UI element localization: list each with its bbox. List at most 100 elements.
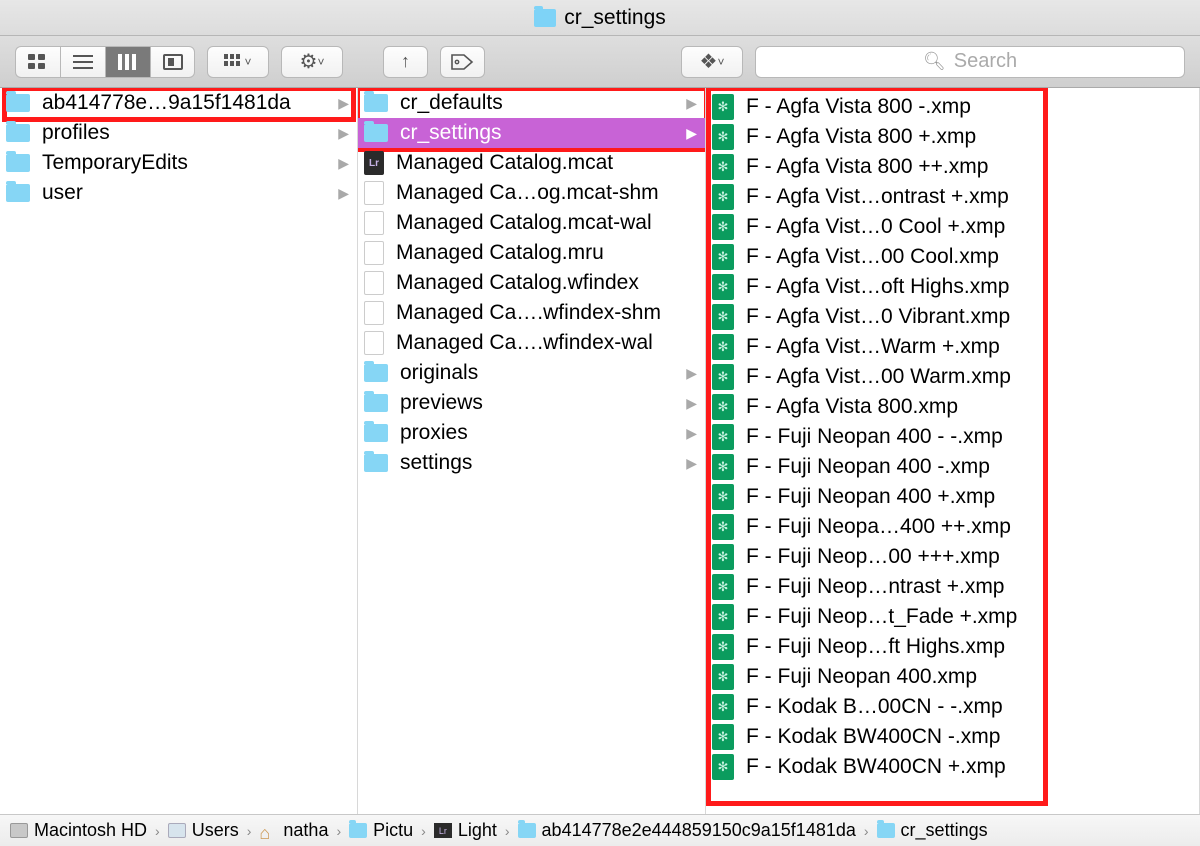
column-3[interactable]: F - Agfa Vista 800 -.xmp F - Agfa Vista 8…: [706, 88, 1200, 814]
list-item[interactable]: F - Kodak BW400CN -.xmp: [706, 722, 1199, 752]
window-title: cr_settings: [564, 6, 666, 30]
list-item[interactable]: user▶: [0, 178, 357, 208]
list-item[interactable]: F - Fuji Neopan 400 +.xmp: [706, 482, 1199, 512]
item-label: F - Fuji Neop…00 +++.xmp: [746, 545, 1000, 569]
list-item[interactable]: cr_settings▶: [358, 118, 705, 148]
list-item[interactable]: F - Fuji Neop…ntrast +.xmp: [706, 572, 1199, 602]
list-item[interactable]: previews▶: [358, 388, 705, 418]
chevron-right-icon: ▶: [338, 185, 349, 202]
list-item[interactable]: originals▶: [358, 358, 705, 388]
view-icon-list[interactable]: [60, 46, 105, 78]
item-label: F - Agfa Vist…00 Warm.xmp: [746, 365, 1011, 389]
list-item[interactable]: F - Agfa Vista 800.xmp: [706, 392, 1199, 422]
path-segment[interactable]: Macintosh HD: [34, 820, 147, 841]
user-icon: [168, 823, 186, 838]
item-label: F - Agfa Vist…0 Cool +.xmp: [746, 215, 1005, 239]
list-item[interactable]: F - Fuji Neop…ft Highs.xmp: [706, 632, 1199, 662]
folder-icon: [364, 454, 388, 472]
list-item[interactable]: F - Fuji Neopa…400 ++.xmp: [706, 512, 1199, 542]
chevron-right-icon: ›: [421, 823, 426, 839]
path-segment[interactable]: ab414778e2e444859150c9a15f1481da: [542, 820, 856, 841]
xmp-file-icon: [712, 574, 734, 600]
list-item[interactable]: F - Kodak BW400CN +.xmp: [706, 752, 1199, 782]
path-segment[interactable]: Pictu: [373, 820, 413, 841]
dropbox-button[interactable]: [681, 46, 743, 78]
list-item[interactable]: F - Fuji Neopan 400.xmp: [706, 662, 1199, 692]
xmp-file-icon: [712, 214, 734, 240]
list-item[interactable]: F - Fuji Neopan 400 -.xmp: [706, 452, 1199, 482]
xmp-file-icon: [712, 694, 734, 720]
view-icon-grid[interactable]: [15, 46, 60, 78]
arrange-button[interactable]: [207, 46, 269, 78]
path-segment[interactable]: Users: [192, 820, 239, 841]
list-item[interactable]: F - Agfa Vista 800 ++.xmp: [706, 152, 1199, 182]
lr-icon: Lr: [434, 823, 452, 838]
list-item[interactable]: proxies▶: [358, 418, 705, 448]
folder-icon: [364, 424, 388, 442]
list-item[interactable]: F - Agfa Vista 800 +.xmp: [706, 122, 1199, 152]
view-icon-columns[interactable]: [105, 46, 150, 78]
toolbar: Search: [0, 36, 1200, 88]
xmp-file-icon: [712, 394, 734, 420]
list-item[interactable]: Managed Catalog.wfindex: [358, 268, 705, 298]
item-label: F - Agfa Vista 800 ++.xmp: [746, 155, 988, 179]
item-label: Managed Ca….wfindex-shm: [396, 301, 661, 325]
list-item[interactable]: settings▶: [358, 448, 705, 478]
folder-icon: [364, 94, 388, 112]
list-item[interactable]: cr_defaults▶: [358, 88, 705, 118]
list-item[interactable]: Managed Catalog.mcat-wal: [358, 208, 705, 238]
item-label: Managed Catalog.mcat: [396, 151, 613, 175]
xmp-file-icon: [712, 124, 734, 150]
item-label: F - Kodak BW400CN +.xmp: [746, 755, 1006, 779]
path-segment[interactable]: Light: [458, 820, 497, 841]
chevron-right-icon: ›: [336, 823, 341, 839]
folder-icon: [6, 94, 30, 112]
list-item[interactable]: F - Agfa Vist…Warm +.xmp: [706, 332, 1199, 362]
path-bar[interactable]: Macintosh HD› Users› natha› Pictu›Lr Lig…: [0, 814, 1200, 846]
view-icon-gallery[interactable]: [150, 46, 195, 78]
search-input[interactable]: Search: [755, 46, 1185, 78]
search-placeholder: Search: [954, 50, 1017, 73]
item-label: ab414778e…9a15f1481da: [42, 91, 291, 115]
list-item[interactable]: F - Agfa Vist…0 Vibrant.xmp: [706, 302, 1199, 332]
list-item[interactable]: F - Fuji Neop…t_Fade +.xmp: [706, 602, 1199, 632]
list-item[interactable]: profiles▶: [0, 118, 357, 148]
chevron-right-icon: ▶: [338, 95, 349, 112]
tag-icon: [451, 54, 475, 70]
list-item[interactable]: TemporaryEdits▶: [0, 148, 357, 178]
chevron-right-icon: ›: [247, 823, 252, 839]
item-label: TemporaryEdits: [42, 151, 188, 175]
xmp-file-icon: [712, 454, 734, 480]
list-item[interactable]: F - Fuji Neop…00 +++.xmp: [706, 542, 1199, 572]
path-segment[interactable]: cr_settings: [901, 820, 988, 841]
list-item[interactable]: F - Agfa Vist…00 Warm.xmp: [706, 362, 1199, 392]
list-item[interactable]: F - Fuji Neopan 400 - -.xmp: [706, 422, 1199, 452]
item-label: F - Agfa Vist…0 Vibrant.xmp: [746, 305, 1010, 329]
folder-icon: [6, 124, 30, 142]
list-item[interactable]: Managed Ca….wfindex-shm: [358, 298, 705, 328]
share-button[interactable]: [383, 46, 428, 78]
disk-icon: [10, 823, 28, 838]
list-item[interactable]: LrManaged Catalog.mcat: [358, 148, 705, 178]
folder-icon: [364, 364, 388, 382]
item-label: Managed Ca…og.mcat-shm: [396, 181, 659, 205]
list-item[interactable]: ab414778e…9a15f1481da ▶: [0, 88, 357, 118]
column-2[interactable]: cr_defaults▶cr_settings▶LrManaged Catalo…: [358, 88, 706, 814]
item-label: originals: [400, 361, 478, 385]
tags-button[interactable]: [440, 46, 485, 78]
xmp-file-icon: [712, 634, 734, 660]
list-item[interactable]: F - Agfa Vist…oft Highs.xmp: [706, 272, 1199, 302]
list-item[interactable]: Managed Catalog.mru: [358, 238, 705, 268]
path-segment[interactable]: natha: [283, 820, 328, 841]
item-label: F - Agfa Vista 800 +.xmp: [746, 125, 976, 149]
action-gear-button[interactable]: [281, 46, 343, 78]
item-label: cr_defaults: [400, 91, 503, 115]
list-item[interactable]: F - Kodak B…00CN - -.xmp: [706, 692, 1199, 722]
list-item[interactable]: Managed Ca…og.mcat-shm: [358, 178, 705, 208]
list-item[interactable]: F - Agfa Vista 800 -.xmp: [706, 92, 1199, 122]
list-item[interactable]: F - Agfa Vist…00 Cool.xmp: [706, 242, 1199, 272]
list-item[interactable]: F - Agfa Vist…ontrast +.xmp: [706, 182, 1199, 212]
list-item[interactable]: Managed Ca….wfindex-wal: [358, 328, 705, 358]
column-1[interactable]: ab414778e…9a15f1481da▶profiles▶Temporary…: [0, 88, 358, 814]
list-item[interactable]: F - Agfa Vist…0 Cool +.xmp: [706, 212, 1199, 242]
